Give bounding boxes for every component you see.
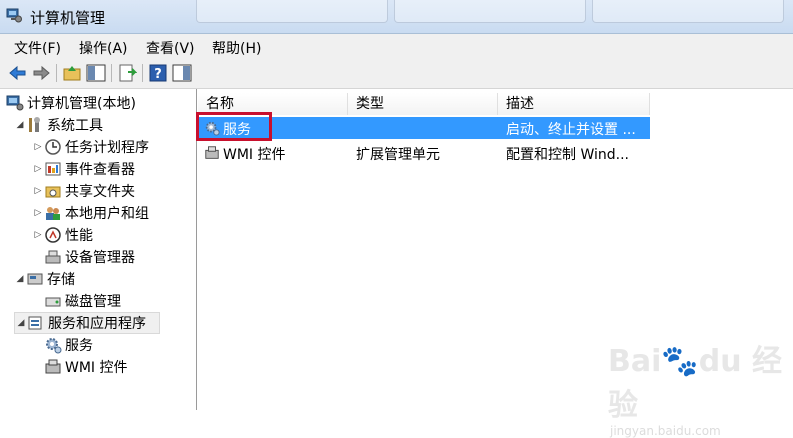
computer-management-icon xyxy=(6,95,24,111)
highlight-annotation-box xyxy=(196,112,272,141)
tree-item-label: 服务和应用程序 xyxy=(48,316,146,332)
export-list-icon[interactable] xyxy=(117,63,137,83)
watermark-brand: Bai xyxy=(608,344,662,379)
performance-icon xyxy=(45,227,61,243)
menu-help[interactable]: 帮助(H) xyxy=(212,38,261,58)
tree-item-local-users-groups[interactable]: ▷ 本地用户和组 xyxy=(32,203,149,223)
tree-item-performance[interactable]: ▷ 性能 xyxy=(32,225,93,245)
cell-description: 启动、终止并设置 ... xyxy=(506,122,636,138)
menu-action[interactable]: 操作(A) xyxy=(79,38,128,58)
baidu-watermark: Bai🐾du 经验 jingyan.baidu.com xyxy=(608,336,793,438)
tree-item-computer-management[interactable]: 计算机管理(本地) xyxy=(6,93,136,113)
tree-item-label: WMI 控件 xyxy=(65,360,128,376)
task-scheduler-icon xyxy=(45,139,61,155)
navigation-tree: 计算机管理(本地) ◢ 系统工具 ▷ 任务计划程序 ▷ 事件查看器 ▷ 共享文件… xyxy=(0,89,197,410)
storage-icon xyxy=(27,273,43,285)
window-title: 计算机管理 xyxy=(30,9,106,27)
tree-item-label: 服务 xyxy=(65,338,93,354)
menu-view[interactable]: 查看(V) xyxy=(146,38,195,58)
menu-bar: 文件(F) 操作(A) 查看(V) 帮助(H) xyxy=(0,34,793,58)
collapsed-arrow-icon[interactable]: ▷ xyxy=(32,230,44,240)
column-header-description[interactable]: 描述 xyxy=(498,93,650,115)
tree-item-label: 系统工具 xyxy=(47,118,103,134)
expanded-arrow-icon[interactable]: ◢ xyxy=(15,318,27,328)
tree-item-services[interactable]: 服务 xyxy=(44,335,93,355)
tree-item-label: 本地用户和组 xyxy=(65,206,149,222)
background-tab xyxy=(394,0,586,23)
tree-item-shared-folders[interactable]: ▷ 共享文件夹 xyxy=(32,181,135,201)
tree-item-label: 存储 xyxy=(47,272,75,288)
back-arrow-icon[interactable] xyxy=(8,63,28,83)
svg-text:?: ? xyxy=(154,67,162,82)
toolbar-separator xyxy=(56,64,57,82)
toolbar-separator xyxy=(111,64,112,82)
watermark-url: jingyan.baidu.com xyxy=(610,424,721,438)
wmi-control-icon xyxy=(45,359,61,374)
computer-management-icon xyxy=(6,8,22,23)
tree-item-system-tools[interactable]: ◢ 系统工具 xyxy=(14,115,103,135)
tree-item-services-applications[interactable]: ◢ 服务和应用程序 xyxy=(14,312,160,334)
tree-item-label: 性能 xyxy=(65,228,93,244)
tree-item-task-scheduler[interactable]: ▷ 任务计划程序 xyxy=(32,137,149,157)
collapsed-arrow-icon[interactable]: ▷ xyxy=(32,164,44,174)
collapsed-arrow-icon[interactable]: ▷ xyxy=(32,142,44,152)
event-viewer-icon xyxy=(45,162,61,176)
tree-item-label: 共享文件夹 xyxy=(65,184,135,200)
background-tab xyxy=(592,0,784,23)
background-tab xyxy=(196,0,388,23)
collapsed-arrow-icon[interactable]: ▷ xyxy=(32,186,44,196)
tree-item-wmi-control[interactable]: WMI 控件 xyxy=(44,357,128,377)
tree-item-storage[interactable]: ◢ 存储 xyxy=(14,269,75,289)
device-manager-icon xyxy=(45,250,61,264)
title-bar: 计算机管理 xyxy=(0,0,793,34)
forward-arrow-icon[interactable] xyxy=(31,63,51,83)
menu-file[interactable]: 文件(F) xyxy=(14,38,61,58)
wmi-control-icon xyxy=(205,146,219,159)
list-row-wmi-control[interactable]: WMI 控件 扩展管理单元 配置和控制 Wind... xyxy=(198,142,650,164)
action-pane-icon[interactable] xyxy=(172,63,192,83)
tree-item-label: 事件查看器 xyxy=(65,162,135,178)
help-icon[interactable]: ? xyxy=(148,63,168,83)
expanded-arrow-icon[interactable]: ◢ xyxy=(14,120,26,130)
tree-item-label: 磁盘管理 xyxy=(65,294,121,310)
users-groups-icon xyxy=(46,207,60,220)
services-gear-icon xyxy=(46,338,62,354)
tree-item-disk-management[interactable]: 磁盘管理 xyxy=(44,291,121,311)
cell-name: WMI 控件 xyxy=(223,147,286,163)
toolbar: ? xyxy=(0,58,793,89)
tree-item-label: 任务计划程序 xyxy=(65,140,149,156)
collapsed-arrow-icon[interactable]: ▷ xyxy=(32,208,44,218)
tree-item-label: 设备管理器 xyxy=(65,250,135,266)
column-header-type[interactable]: 类型 xyxy=(348,93,498,115)
shared-folders-icon xyxy=(45,186,61,198)
tree-item-event-viewer[interactable]: ▷ 事件查看器 xyxy=(32,159,135,179)
disk-management-icon xyxy=(45,297,61,307)
services-apps-icon xyxy=(28,316,42,330)
up-folder-icon[interactable] xyxy=(62,63,82,83)
show-hide-tree-icon[interactable] xyxy=(86,63,106,83)
cell-description: 配置和控制 Wind... xyxy=(506,147,629,163)
paw-icon: 🐾 xyxy=(661,344,699,379)
toolbar-separator xyxy=(142,64,143,82)
expanded-arrow-icon[interactable]: ◢ xyxy=(14,274,26,284)
tree-item-device-manager[interactable]: 设备管理器 xyxy=(44,247,135,267)
tree-item-label: 计算机管理(本地) xyxy=(27,96,136,112)
system-tools-icon xyxy=(29,117,40,132)
cell-type: 扩展管理单元 xyxy=(356,147,440,163)
